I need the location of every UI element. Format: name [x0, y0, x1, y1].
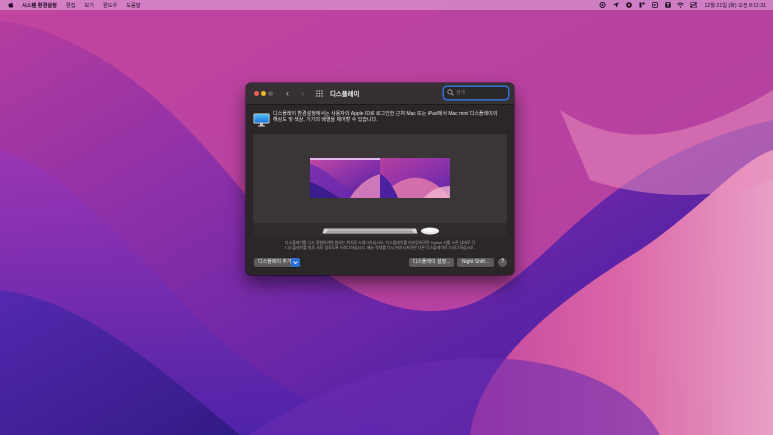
menu-help[interactable]: 도움말: [126, 2, 140, 9]
minimize-button[interactable]: [261, 91, 266, 96]
text-icon[interactable]: [664, 2, 671, 8]
apple-menu-icon[interactable]: [8, 2, 14, 8]
help-text: 디스플레이를 다시 정렬하려면 원하는 위치로 드래그하십시오. 디스플레이를 …: [266, 240, 494, 250]
back-arrow-icon[interactable]: ‹: [286, 88, 294, 98]
description-text: 디스플레이 환경설정에서는 사용자의 Apple ID로 로그인한 근처 Mac…: [273, 111, 505, 123]
description-line-2: 해상도 및 색상, 기기의 배열을 제어할 수 있습니다.: [273, 117, 378, 124]
display-icon: [253, 113, 270, 127]
menu-view[interactable]: 보기: [84, 2, 94, 9]
title-bar: ‹ › 디스플레이 검색: [246, 83, 514, 105]
menubar-indicator[interactable]: [310, 158, 380, 160]
chevron-down-icon: [291, 258, 300, 267]
search-placeholder: 검색: [456, 90, 466, 96]
wifi-icon[interactable]: [677, 2, 685, 8]
close-button[interactable]: [254, 91, 259, 96]
display-arrangement-area: [253, 134, 507, 223]
screen-share-icon[interactable]: [599, 2, 607, 8]
display-settings-button[interactable]: 디스플레이 설정...: [409, 258, 454, 267]
app-status-icon[interactable]: [638, 2, 645, 8]
displays-window: ‹ › 디스플레이 검색 디스플레이 환경설정에서는 사용자의 Apple ID…: [246, 83, 514, 275]
add-display-label: 디스플레이 추가: [258, 259, 292, 265]
display-thumbnail-2[interactable]: [380, 158, 450, 198]
keyboard-icon: [322, 228, 418, 234]
menu-bar: 시스템 환경설정 편집 보기 윈도우 도움말 12월 21일 (화) 오전 8:…: [0, 0, 773, 10]
location-arrow-icon[interactable]: [612, 2, 619, 8]
night-shift-button[interactable]: Night Shift...: [457, 258, 494, 267]
help-line-2: 디스플레이를 원로 서로 겹치도록 드래그하십시오. 메뉴 막대를 다시 위치시…: [285, 245, 475, 250]
search-field[interactable]: 검색: [444, 87, 508, 99]
help-button[interactable]: ?: [498, 258, 507, 267]
display-thumbnail-1[interactable]: [310, 158, 380, 198]
search-icon: [447, 89, 454, 96]
zoom-button[interactable]: [268, 91, 273, 96]
menu-edit[interactable]: 편집: [66, 2, 76, 9]
forward-arrow-icon[interactable]: ›: [301, 88, 309, 98]
menu-window[interactable]: 윈도우: [103, 2, 117, 9]
clipboard-icon[interactable]: [651, 2, 658, 8]
record-icon[interactable]: [625, 2, 632, 8]
add-display-button[interactable]: 디스플레이 추가: [254, 258, 300, 267]
control-center-icon[interactable]: [690, 2, 698, 8]
info-section: 디스플레이 환경설정에서는 사용자의 Apple ID로 로그인한 근처 Mac…: [253, 111, 509, 131]
menu-clock[interactable]: 12월 21일 (화) 오전 8:11:31: [704, 2, 766, 9]
window-title: 디스플레이: [330, 91, 360, 98]
status-area: 12월 21일 (화) 오전 8:11:31: [593, 0, 766, 10]
show-all-grid-icon[interactable]: [316, 90, 323, 97]
mouse-icon: [421, 227, 439, 235]
menu-app-name[interactable]: 시스템 환경설정: [22, 2, 57, 9]
